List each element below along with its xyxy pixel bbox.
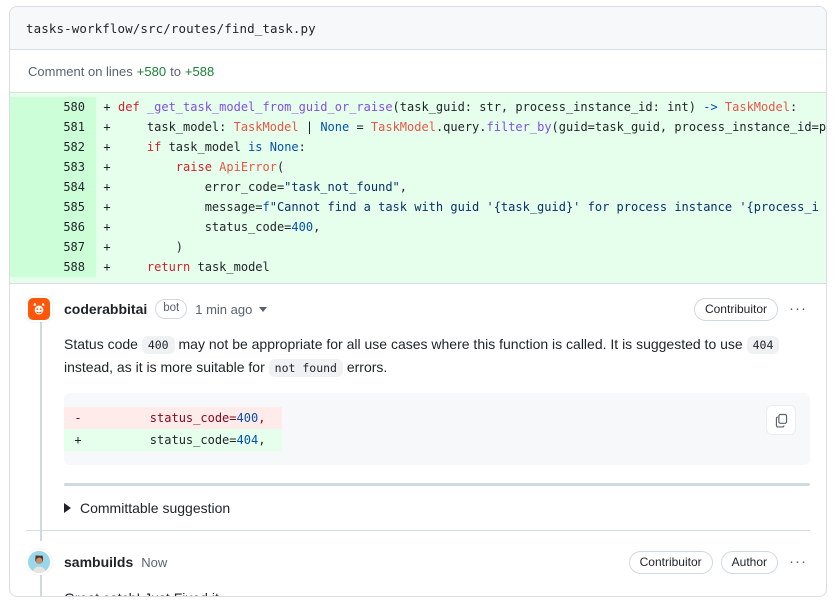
- diff-line: 583 + raise ApiError(: [10, 157, 826, 177]
- diff-line-number[interactable]: 583: [10, 157, 96, 177]
- file-header: tasks-workflow/src/routes/find_task.py: [10, 7, 826, 50]
- bot-badge: bot: [155, 299, 188, 319]
- diff-line-code: def _get_task_model_from_guid_or_raise(t…: [118, 100, 798, 114]
- diff-line-marker: +: [103, 120, 111, 134]
- diff-line: 587 + ): [10, 237, 826, 257]
- comment-header: sambuilds Now Contribuitor Author ···: [26, 549, 810, 575]
- diff-line-code: ): [118, 240, 184, 254]
- diff-line-code: return task_model: [146, 260, 270, 274]
- inline-code: not found: [268, 359, 343, 377]
- diff-line: 581 + task_model: TaskModel | None = Task…: [10, 117, 826, 137]
- diff-line: 586 + status_code=400,: [10, 217, 826, 237]
- diff-line-marker: +: [103, 180, 111, 194]
- diff-line-code: message=f"Cannot find a task with guid '…: [118, 200, 819, 214]
- review-comment-coderabbitai: coderabbitai bot 1 min ago Contribuitor …: [10, 284, 826, 541]
- inline-code: 404: [746, 336, 780, 354]
- comment-header-right: Contribuitor ···: [693, 297, 810, 321]
- comment-on-lines-bar: Comment on lines +580 to +588: [10, 50, 826, 92]
- diff-line-marker: +: [103, 200, 111, 214]
- diff-line-marker: +: [103, 220, 111, 234]
- comment-line-end[interactable]: +588: [185, 64, 214, 79]
- diff-line: 584 + error_code="task_not_found",: [10, 177, 826, 197]
- diff-line: 582 + if task_model is None:: [10, 137, 826, 157]
- role-badge-contributor: Contribuitor: [628, 550, 713, 574]
- role-badge-author: Author: [720, 550, 778, 574]
- suggestion-line-code: status_code=400,: [92, 411, 266, 425]
- suggestion-line-code: status_code=404,: [92, 433, 266, 447]
- diff-line-number[interactable]: 584: [10, 177, 96, 197]
- diff-hunk: 580 + def _get_task_model_from_guid_or_rai…: [10, 92, 826, 284]
- comment-text: Great catch! Just Fixed it.: [64, 587, 810, 596]
- diff-line-number[interactable]: 580: [10, 97, 96, 117]
- suggestion-diff-block: - status_code=400, + status_code=404,: [64, 393, 810, 465]
- diff-line-marker: +: [103, 260, 111, 274]
- diff-line-code: error_code="task_not_found",: [118, 180, 407, 194]
- comment-header: coderabbitai bot 1 min ago Contribuitor …: [26, 296, 810, 322]
- diff-line-number[interactable]: 585: [10, 197, 96, 217]
- suggestion-line: - status_code=400,: [64, 407, 282, 429]
- diff-line-marker: +: [103, 240, 111, 254]
- diff-line-number[interactable]: 586: [10, 217, 96, 237]
- avatar-coderabbitai[interactable]: [26, 296, 52, 322]
- suggestion-line-marker: -: [74, 411, 82, 425]
- suggestion-rows: - status_code=400, + status_code=404,: [64, 407, 810, 451]
- diff-line-marker: +: [103, 100, 111, 114]
- triangle-right-icon: [64, 503, 71, 513]
- thread-line: [40, 322, 42, 541]
- screenshot-root: tasks-workflow/src/routes/find_task.py C…: [0, 0, 836, 603]
- diff-line-marker: +: [103, 140, 111, 154]
- diff-line-code: raise ApiError(: [175, 160, 285, 174]
- comment-divider: [26, 530, 810, 531]
- avatar-sambuilds[interactable]: [26, 549, 52, 575]
- comment-timestamp[interactable]: 1 min ago: [195, 302, 252, 317]
- comment-line-start[interactable]: +580: [137, 64, 166, 79]
- file-path[interactable]: tasks-workflow/src/routes/find_task.py: [26, 21, 316, 36]
- diff-line-number[interactable]: 587: [10, 237, 96, 257]
- comment-text: Status code 400 may not be appropriate f…: [64, 333, 810, 379]
- comment-line-mid: to: [170, 63, 181, 79]
- thread-line: [40, 575, 42, 596]
- diff-line-code: if task_model is None:: [146, 140, 306, 154]
- diff-line-marker: +: [103, 160, 111, 174]
- diff-line-code: status_code=400,: [118, 220, 321, 234]
- comment-on-lines-prefix: Comment on lines: [28, 63, 133, 79]
- copy-button[interactable]: [766, 405, 796, 435]
- diff-line-number[interactable]: 588: [10, 257, 96, 277]
- kebab-menu-icon[interactable]: ···: [786, 554, 810, 569]
- comment-body: Great catch! Just Fixed it.: [64, 575, 810, 596]
- chevron-down-icon[interactable]: [259, 306, 268, 312]
- user-photo-icon: [28, 551, 50, 573]
- diff-line-number[interactable]: 581: [10, 117, 96, 137]
- comment-author[interactable]: coderabbitai: [64, 301, 147, 317]
- kebab-menu-icon[interactable]: ···: [786, 301, 810, 316]
- inline-code: 400: [141, 336, 175, 354]
- suggestion-line: + status_code=404,: [64, 429, 282, 451]
- pull-request-review-card: tasks-workflow/src/routes/find_task.py C…: [9, 6, 827, 597]
- role-badge-contributor: Contribuitor: [693, 297, 778, 321]
- review-comment-sambuilds: sambuilds Now Contribuitor Author ··· Gr…: [10, 537, 826, 596]
- diff-line: 585 + message=f"Cannot find a task with g…: [10, 197, 826, 217]
- diff-line-number[interactable]: 582: [10, 137, 96, 157]
- diff-line: 580 + def _get_task_model_from_guid_or_rai…: [10, 97, 826, 117]
- copy-icon: [775, 413, 787, 428]
- comment-header-right: Contribuitor Author ···: [628, 550, 810, 574]
- rabbit-icon: [28, 298, 50, 320]
- suggestion-line-marker: +: [74, 433, 82, 447]
- committable-suggestion-label: Committable suggestion: [80, 500, 231, 516]
- diff-line-code: task_model: TaskModel | None = TaskModel…: [118, 120, 826, 134]
- committable-suggestion-toggle[interactable]: Committable suggestion: [64, 500, 810, 516]
- section-separator: [64, 483, 810, 486]
- comment-timestamp[interactable]: Now: [141, 555, 167, 570]
- comment-author[interactable]: sambuilds: [64, 554, 133, 570]
- comment-body: Status code 400 may not be appropriate f…: [64, 322, 810, 516]
- diff-line: 588 + return task_model: [10, 257, 826, 277]
